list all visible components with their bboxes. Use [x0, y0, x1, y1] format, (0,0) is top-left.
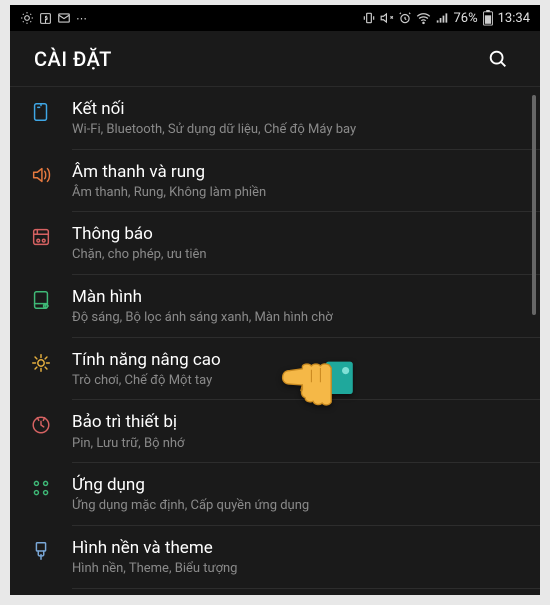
settings-item-body: Ứng dụng Ứng dụng mặc định, Cấp quyền ứng… [72, 463, 540, 526]
notifications-icon [10, 212, 72, 248]
status-left-icons: ⋯ [20, 11, 87, 25]
apps-icon [10, 463, 72, 499]
search-button[interactable] [480, 41, 516, 77]
vibrate-icon [362, 11, 376, 25]
clock: 13:34 [498, 11, 530, 26]
settings-item-title: Ứng dụng [72, 474, 526, 496]
settings-item-body: Bảo trì thiết bị Pin, Lưu trữ, Bộ nhớ [72, 400, 540, 463]
scrollbar[interactable] [532, 95, 536, 315]
mail-icon [57, 11, 71, 25]
settings-item-title: Hình nền và theme [72, 537, 526, 559]
settings-item-title: Tính năng nâng cao [72, 349, 526, 371]
settings-item-body: Âm thanh và rung Âm thanh, Rung, Không là… [72, 150, 540, 213]
settings-item-body: Tính năng nâng cao Trò chơi, Chế độ Một t… [72, 338, 540, 401]
settings-item-sub: Hình nền, Theme, Biểu tượng [72, 561, 526, 577]
settings-list: Kết nối Wi-Fi, Bluetooth, Sử dụng dữ liệu… [10, 87, 540, 595]
battery-icon [482, 10, 494, 26]
settings-item-sub: Độ sáng, Bộ lọc ánh sáng xanh, Màn hình … [72, 310, 526, 326]
brightness-icon [20, 11, 34, 25]
app-header: CÀI ĐẶT [10, 31, 540, 87]
settings-item-sub: Wi-Fi, Bluetooth, Sử dụng dữ liệu, Chế đ… [72, 122, 526, 138]
connections-icon [10, 87, 72, 123]
status-right-icons: 76% 13:34 [362, 10, 530, 26]
settings-item-apps[interactable]: Ứng dụng Ứng dụng mặc định, Cấp quyền ứng… [10, 463, 540, 526]
settings-item-body: Thông báo Chặn, cho phép, ưu tiên [72, 212, 540, 275]
settings-item-sub: Chặn, cho phép, ưu tiên [72, 247, 526, 263]
settings-item-sound[interactable]: Âm thanh và rung Âm thanh, Rung, Không là… [10, 150, 540, 213]
page-title: CÀI ĐẶT [34, 47, 112, 71]
settings-item-title: Bảo trì thiết bị [72, 411, 526, 433]
signal-icon [435, 11, 449, 25]
settings-item-sub: Trò chơi, Chế độ Một tay [72, 373, 526, 389]
settings-item-advanced[interactable]: Tính năng nâng cao Trò chơi, Chế độ Một t… [10, 338, 540, 401]
settings-item-title: Thông báo [72, 223, 526, 245]
settings-item-title: Kết nối [72, 98, 526, 120]
sound-icon [10, 150, 72, 186]
more-notifications-icon: ⋯ [76, 12, 87, 25]
settings-item-title: Âm thanh và rung [72, 161, 526, 183]
advanced-icon [10, 338, 72, 374]
mute-icon [380, 11, 394, 25]
status-bar: ⋯ 76% 13:34 [10, 5, 540, 31]
settings-item-wallpaper[interactable]: Hình nền và theme Hình nền, Theme, Biểu t… [10, 526, 540, 589]
settings-item-display[interactable]: Màn hình Độ sáng, Bộ lọc ánh sáng xanh, M… [10, 275, 540, 338]
settings-item-body: Màn hình Độ sáng, Bộ lọc ánh sáng xanh, M… [72, 275, 540, 338]
wallpaper-icon [10, 526, 72, 562]
display-icon [10, 275, 72, 311]
fb-icon [39, 12, 52, 25]
maintenance-icon [10, 400, 72, 436]
settings-item-sub: Ứng dụng mặc định, Cấp quyền ứng dụng [72, 498, 526, 514]
search-icon [487, 48, 509, 70]
settings-item-maintenance[interactable]: Bảo trì thiết bị Pin, Lưu trữ, Bộ nhớ [10, 400, 540, 463]
settings-item-body: Kết nối Wi-Fi, Bluetooth, Sử dụng dữ liệu… [72, 87, 540, 150]
alarm-icon [398, 11, 412, 25]
settings-item-title: Màn hình [72, 286, 526, 308]
wifi-icon [416, 11, 431, 26]
settings-item-lockscreen[interactable]: Màn hình khóa và bảo mậtMàn hình khóa, V… [10, 589, 540, 596]
battery-percent: 76% [453, 11, 477, 26]
settings-item-connections[interactable]: Kết nối Wi-Fi, Bluetooth, Sử dụng dữ liệu… [10, 87, 540, 150]
settings-item-body: Màn hình khóa và bảo mậtMàn hình khóa, V… [72, 589, 540, 596]
device-frame: ⋯ 76% 13:34 CÀI ĐẶT Kết nối Wi-Fi, Blueto… [10, 5, 540, 595]
settings-item-sub: Pin, Lưu trữ, Bộ nhớ [72, 436, 526, 452]
settings-item-body: Hình nền và theme Hình nền, Theme, Biểu t… [72, 526, 540, 589]
lock-icon [10, 589, 72, 596]
settings-item-notifications[interactable]: Thông báo Chặn, cho phép, ưu tiên [10, 212, 540, 275]
settings-item-sub: Âm thanh, Rung, Không làm phiền [72, 185, 526, 201]
